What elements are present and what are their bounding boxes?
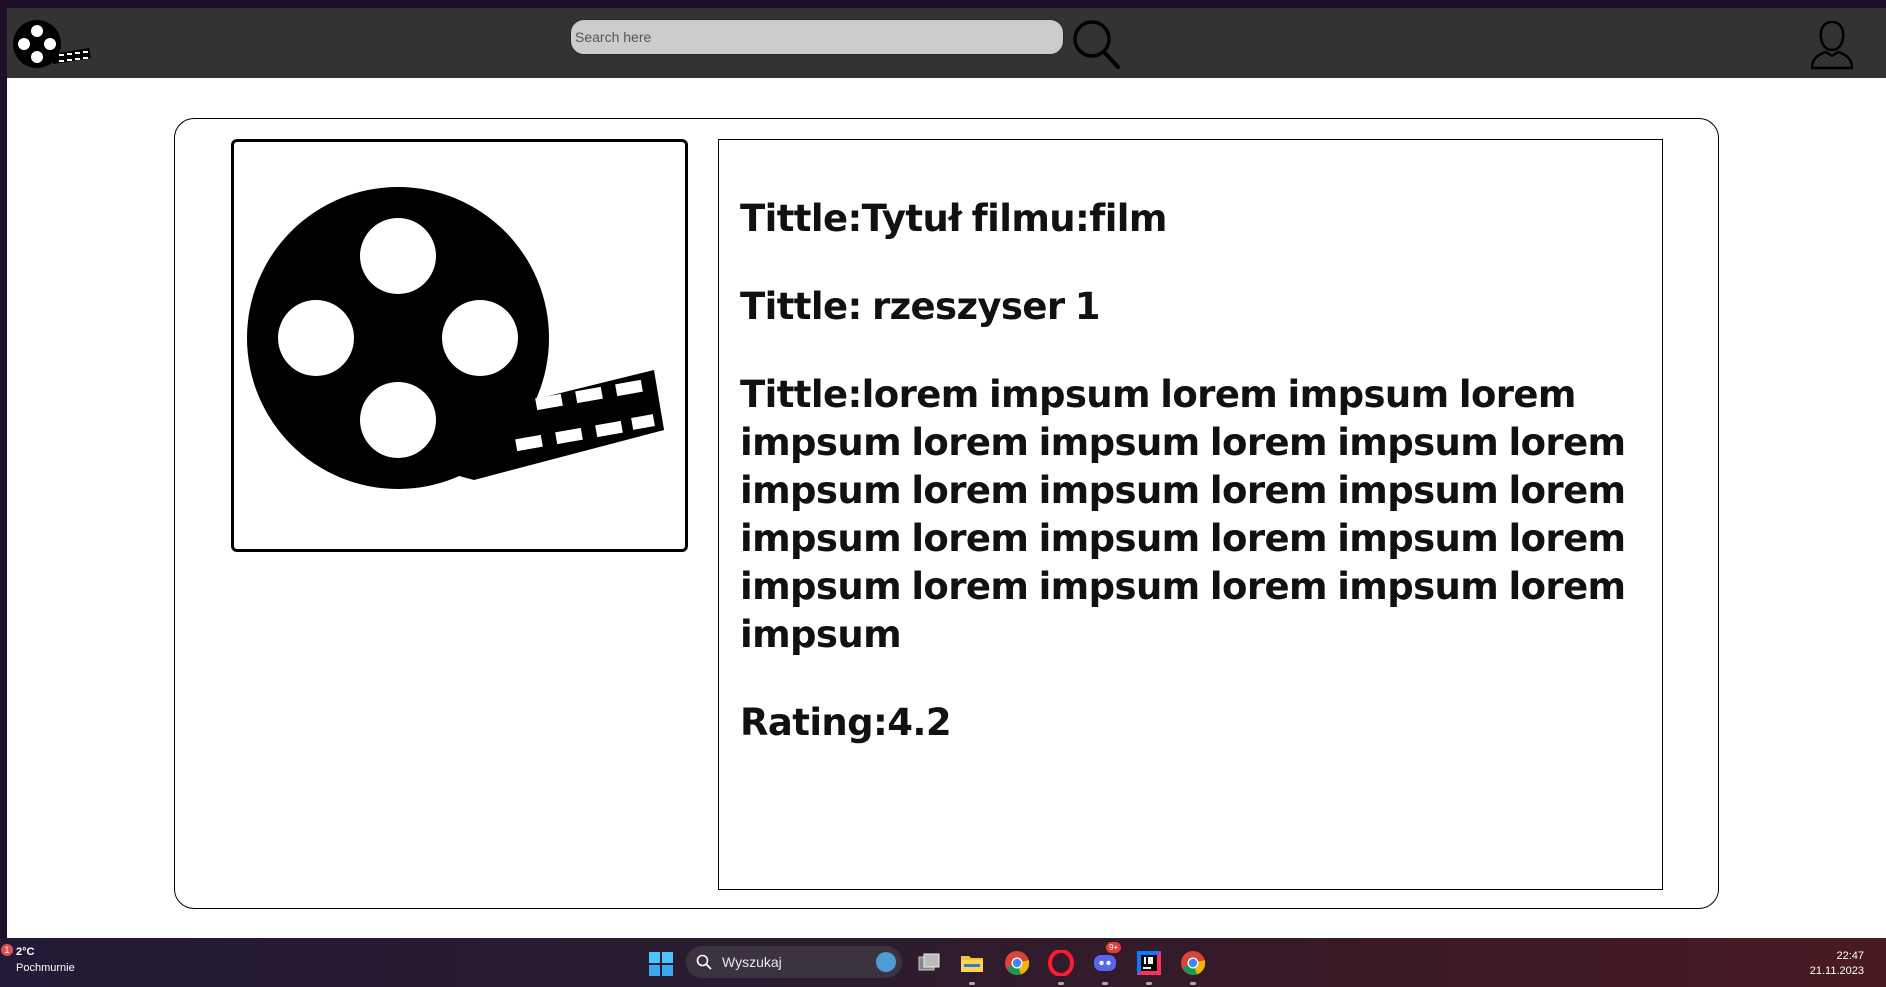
opera-icon[interactable]: [1048, 949, 1074, 985]
screen: Tittle:Tytuł filmu:film Tittle: rzeszyse…: [0, 0, 1886, 987]
notification-badge: 1: [1, 944, 13, 956]
navbar: [7, 8, 1886, 78]
film-reel-icon[interactable]: [9, 14, 91, 74]
clock-date: 21.11.2023: [1809, 965, 1864, 977]
discord-badge: 9+: [1106, 942, 1122, 953]
search-icon: [696, 954, 712, 970]
movie-title: Tittle:Tytuł filmu:film: [740, 197, 1167, 240]
movie-info-panel: Tittle:Tytuł filmu:film Tittle: rzeszyse…: [718, 139, 1663, 890]
chrome-icon[interactable]: [1004, 950, 1030, 976]
chrome-icon[interactable]: [1180, 950, 1206, 985]
clock[interactable]: 22:47 21.11.2023: [1810, 949, 1864, 979]
window-left-border: [0, 0, 7, 938]
windows-start-icon[interactable]: [649, 952, 673, 976]
window-top-border: [0, 0, 1886, 8]
task-view-icon[interactable]: [916, 950, 942, 976]
taskbar: 1 2°C Pochmurnie Wyszukaj 9+ 22:47 21.11…: [0, 938, 1886, 987]
clock-time: 22:47: [1836, 950, 1864, 962]
movie-director: Tittle: rzeszyser 1: [740, 285, 1101, 328]
file-explorer-icon[interactable]: [959, 950, 985, 985]
taskbar-search[interactable]: Wyszukaj: [686, 946, 902, 978]
movie-poster: [231, 139, 688, 552]
weather-condition: Pochmurnie: [16, 962, 75, 974]
search-input[interactable]: [570, 19, 1064, 55]
weather-temp: 2°C: [16, 946, 35, 958]
magnifier-icon[interactable]: [1071, 18, 1123, 72]
film-reel-icon: [247, 187, 664, 489]
bing-icon[interactable]: [876, 952, 896, 972]
weather-widget[interactable]: 1 2°C Pochmurnie: [1, 944, 75, 976]
discord-icon[interactable]: 9+: [1092, 942, 1122, 985]
movie-description: Tittle:lorem impsum lorem impsum lorem i…: [740, 373, 1626, 656]
movie-rating: Rating:4.2: [740, 701, 952, 744]
user-icon[interactable]: [1807, 18, 1857, 72]
intellij-icon[interactable]: [1136, 950, 1162, 985]
taskbar-search-label: Wyszukaj: [722, 954, 782, 970]
